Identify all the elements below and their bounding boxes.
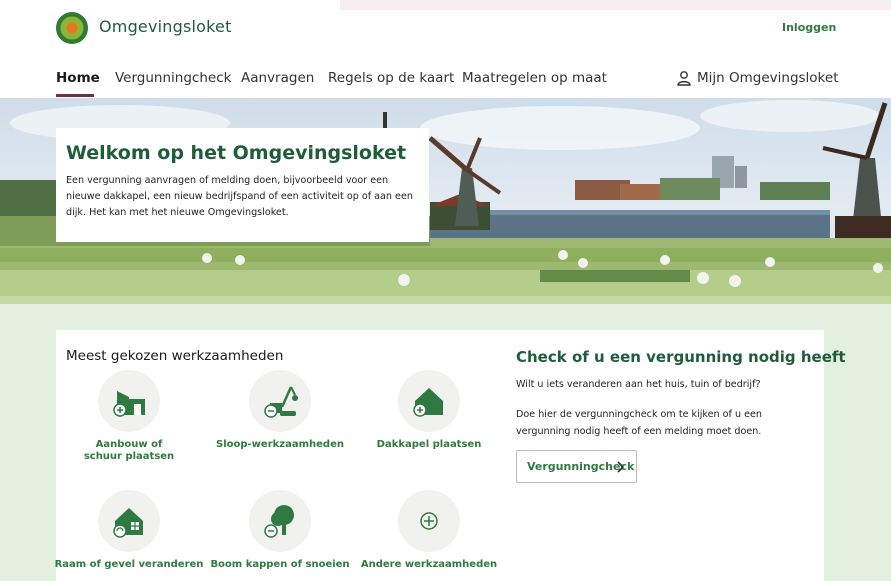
check-title: Check of u een vergunning nodig heeft xyxy=(516,348,846,366)
task-label: Boom kappen of snoeien xyxy=(210,559,350,570)
content-card: Meest gekozen werkzaamheden Aanbouw of s… xyxy=(54,330,846,581)
dormer-house-icon xyxy=(413,388,443,417)
check-question: Wilt u iets veranderen aan het huis, tui… xyxy=(516,379,761,390)
task-boom-kappen[interactable]: Boom kappen of snoeien xyxy=(205,490,355,571)
nav-aanvragen[interactable]: Aanvragen xyxy=(241,70,314,86)
welcome-title: Welkom op het Omgevingsloket xyxy=(66,142,407,164)
login-link[interactable]: Inloggen xyxy=(782,21,836,34)
welcome-text: Een vergunning aanvragen of melding doen… xyxy=(66,175,413,218)
tasks-heading: Meest gekozen werkzaamheden xyxy=(66,348,284,364)
task-andere-werkzaamheden[interactable]: Andere werkzaamheden xyxy=(354,490,504,571)
brand-name[interactable]: Omgevingsloket xyxy=(99,17,232,36)
vergunningcheck-button[interactable]: Vergunningcheck xyxy=(516,450,637,483)
nav-mijn-omgevingsloket[interactable]: Mijn Omgevingsloket xyxy=(697,70,839,86)
task-aanbouw-of-schuur[interactable]: Aanbouw of schuur plaatsen xyxy=(54,370,204,463)
window-house-icon xyxy=(113,508,143,538)
task-label: Aanbouw of schuur plaatsen xyxy=(83,439,175,462)
check-text: Doe hier de vergunningcheck om te kijken… xyxy=(516,409,762,437)
chevron-right-icon xyxy=(617,461,624,473)
task-label: Dakkapel plaatsen xyxy=(376,439,482,450)
task-raam-of-gevel[interactable]: Raam of gevel veranderen xyxy=(54,490,204,571)
top-strip xyxy=(340,0,891,10)
nav-regels-op-de-kaart[interactable]: Regels op de kaart xyxy=(328,70,454,86)
person-icon[interactable] xyxy=(677,71,691,86)
nav-active-indicator xyxy=(56,94,94,97)
nav-maatregelen-op-maat[interactable]: Maatregelen op maat xyxy=(462,70,607,86)
task-sloop-werkzaamheden[interactable]: Sloop-werkzaamheden xyxy=(205,370,355,451)
extension-house-icon xyxy=(113,391,145,417)
welcome-panel: Welkom op het Omgevingsloket Een vergunn… xyxy=(56,128,429,242)
demolition-crane-icon xyxy=(264,386,298,418)
plus-circle-icon xyxy=(420,512,438,530)
nav-vergunningcheck[interactable]: Vergunningcheck xyxy=(115,70,231,86)
task-label: Sloop-werkzaamheden xyxy=(216,439,344,450)
omgevingsloket-logo-icon[interactable] xyxy=(56,12,88,44)
nav-home[interactable]: Home xyxy=(56,70,100,86)
tree-icon xyxy=(264,505,294,538)
task-label: Andere werkzaamheden xyxy=(360,559,498,570)
task-dakkapel-plaatsen[interactable]: Dakkapel plaatsen xyxy=(354,370,504,451)
task-label: Raam of gevel veranderen xyxy=(54,559,204,570)
